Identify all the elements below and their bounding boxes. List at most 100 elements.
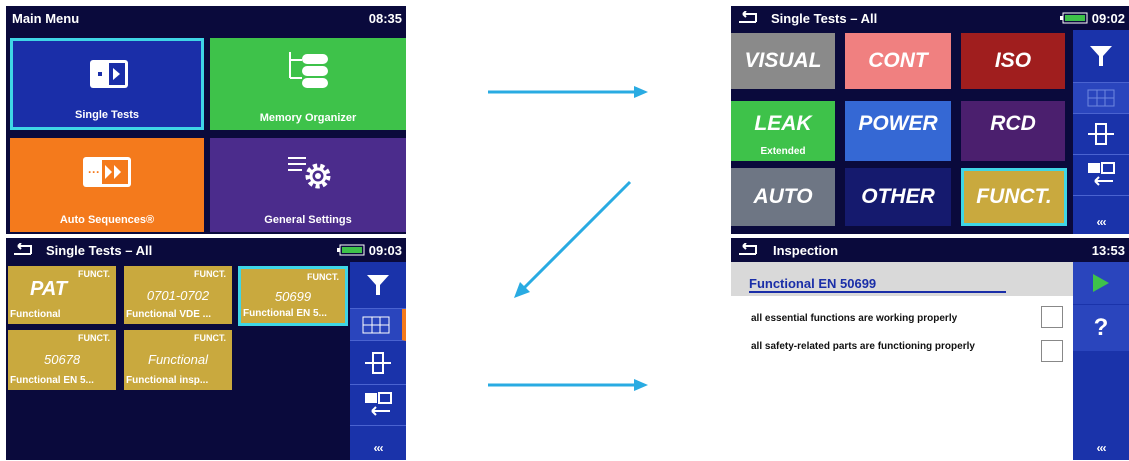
group-tile-other[interactable]: OTHER	[845, 168, 951, 226]
inspection-checkbox[interactable]	[1041, 340, 1063, 362]
expand-button[interactable]	[350, 342, 406, 385]
back-icon[interactable]	[737, 11, 759, 25]
inspection-titlebar: Inspection 13:53	[731, 238, 1129, 262]
group-tile-iso[interactable]: ISO	[961, 33, 1065, 89]
group-label: OTHER	[861, 185, 935, 208]
tile-label: General Settings	[264, 214, 352, 226]
memory-organizer-tile[interactable]: Memory Organizer	[210, 38, 406, 130]
svg-text:···: ···	[88, 165, 100, 179]
group-tile-auto[interactable]: AUTO	[731, 168, 835, 226]
tile-label: Auto Sequences®	[59, 214, 155, 226]
test-tile-0701-0702[interactable]: FUNCT. 0701-0702 Functional VDE ...	[124, 266, 232, 324]
test-category: FUNCT.	[194, 269, 226, 279]
main-menu-screen: Main Menu 08:35 Single Tests Memory Orga…	[6, 6, 406, 234]
group-tile-power[interactable]: POWER	[845, 101, 951, 161]
filter-button[interactable]	[350, 262, 406, 309]
test-tile-50678[interactable]: FUNCT. 50678 Functional EN 5...	[8, 330, 116, 390]
inspection-screen: Inspection 13:53 Functional EN 50699 all…	[731, 238, 1129, 460]
group-label: ISO	[994, 49, 1032, 72]
filter-icon	[367, 275, 389, 295]
group-tile-rcd[interactable]: RCD	[961, 101, 1065, 161]
single-tests-tile[interactable]: Single Tests	[10, 38, 204, 130]
test-name: Functional EN 5...	[10, 375, 94, 386]
memory-tree-icon	[289, 52, 328, 88]
expand-button[interactable]	[1073, 114, 1129, 155]
single-tests-groups-screen: Single Tests – All 09:02 VISUAL CONT ISO…	[731, 6, 1129, 234]
expand-icon	[1088, 123, 1114, 145]
more-chevrons-icon: ‹‹‹	[373, 441, 384, 455]
test-category: FUNCT.	[307, 272, 339, 282]
more-button[interactable]: ‹‹‹	[1073, 436, 1129, 460]
more-chevrons-icon: ‹‹‹	[1096, 215, 1107, 229]
inspection-item-text: all safety-related parts are functioning…	[751, 341, 975, 352]
test-title: PAT	[30, 278, 68, 300]
group-tile-funct[interactable]: FUNCT.	[961, 168, 1067, 226]
test-name: Functional VDE ...	[126, 309, 212, 320]
swap-view-button[interactable]	[1073, 155, 1129, 196]
start-button[interactable]	[1073, 262, 1129, 304]
tile-label: Single Tests	[75, 109, 139, 121]
auto-sequences-tile[interactable]: ··· Auto Sequences®	[10, 138, 204, 232]
expand-icon	[365, 352, 391, 374]
clock: 09:03	[368, 242, 402, 258]
group-label: VISUAL	[744, 49, 822, 72]
more-button[interactable]: ‹‹‹	[350, 436, 406, 460]
funct-tests-screen: Single Tests – All 09:03 FUNCT. PAT Func…	[6, 238, 406, 460]
test-tile-pat[interactable]: FUNCT. PAT Functional	[8, 266, 116, 324]
filter-button[interactable]	[1073, 30, 1129, 83]
settings-gear-icon	[288, 157, 331, 189]
group-tile-leak[interactable]: LEAK Extended	[731, 101, 835, 161]
funct-sidebar: ‹‹‹	[350, 262, 406, 460]
inspection-checkbox[interactable]	[1041, 306, 1063, 328]
page-title: Main Menu	[12, 10, 80, 26]
clock: 09:02	[1091, 10, 1125, 26]
group-label: LEAK	[754, 112, 812, 135]
groups-titlebar: Single Tests – All 09:02	[731, 6, 1129, 30]
group-sublabel: Extended	[760, 146, 806, 157]
group-label: POWER	[858, 112, 938, 135]
more-chevrons-icon: ‹‹‹	[1096, 441, 1107, 455]
test-tile-50699[interactable]: FUNCT. 50699 Functional EN 5...	[238, 266, 348, 326]
battery-icon	[336, 244, 365, 256]
back-icon[interactable]	[12, 243, 34, 257]
group-label: CONT	[868, 49, 928, 72]
grid-view-icon	[362, 316, 390, 333]
test-name: Functional	[10, 309, 61, 320]
test-title: Functional	[148, 352, 208, 367]
view-grid-button[interactable]	[350, 309, 406, 341]
test-name: Functional EN 5...	[243, 308, 327, 319]
page-title: Single Tests – All	[46, 242, 153, 258]
back-icon[interactable]	[737, 243, 759, 257]
grid-view-icon	[1087, 89, 1115, 107]
battery-icon	[1059, 12, 1088, 24]
filter-icon	[1090, 46, 1112, 66]
view-grid-button[interactable]	[1073, 83, 1129, 114]
right-arrow-icon	[488, 379, 648, 391]
help-button[interactable]: ?	[1073, 305, 1129, 351]
inspection-item[interactable]: all safety-related parts are functioning…	[731, 338, 1073, 370]
main-menu-titlebar: Main Menu 08:35	[6, 6, 406, 30]
test-title: 50678	[44, 352, 81, 367]
more-button[interactable]: ‹‹‹	[1073, 210, 1129, 234]
funct-titlebar: Single Tests – All 09:03	[6, 238, 406, 262]
test-category: FUNCT.	[78, 333, 110, 343]
inspection-heading: Functional EN 50699	[749, 276, 1007, 293]
swap-icon	[365, 392, 392, 416]
page-title: Single Tests – All	[771, 10, 878, 26]
group-label: RCD	[990, 112, 1036, 135]
single-test-icon	[90, 60, 128, 88]
group-tile-visual[interactable]: VISUAL	[731, 33, 835, 89]
general-settings-tile[interactable]: General Settings	[210, 138, 406, 232]
inspection-sidebar: ? ‹‹‹	[1073, 262, 1129, 460]
tile-label: Memory Organizer	[259, 112, 357, 124]
inspection-item-text: all essential functions are working prop…	[751, 313, 958, 324]
play-icon	[1093, 274, 1109, 292]
swap-view-button[interactable]	[350, 385, 406, 426]
diagonal-arrow-icon	[514, 180, 632, 298]
inspection-heading-bar: Functional EN 50699	[731, 262, 1073, 296]
test-tile-functional-inspection[interactable]: FUNCT. Functional Functional insp...	[124, 330, 232, 390]
help-icon: ?	[1093, 314, 1109, 341]
group-tile-cont[interactable]: CONT	[845, 33, 951, 89]
inspection-item[interactable]: all essential functions are working prop…	[731, 304, 1073, 332]
page-title: Inspection	[773, 242, 839, 258]
